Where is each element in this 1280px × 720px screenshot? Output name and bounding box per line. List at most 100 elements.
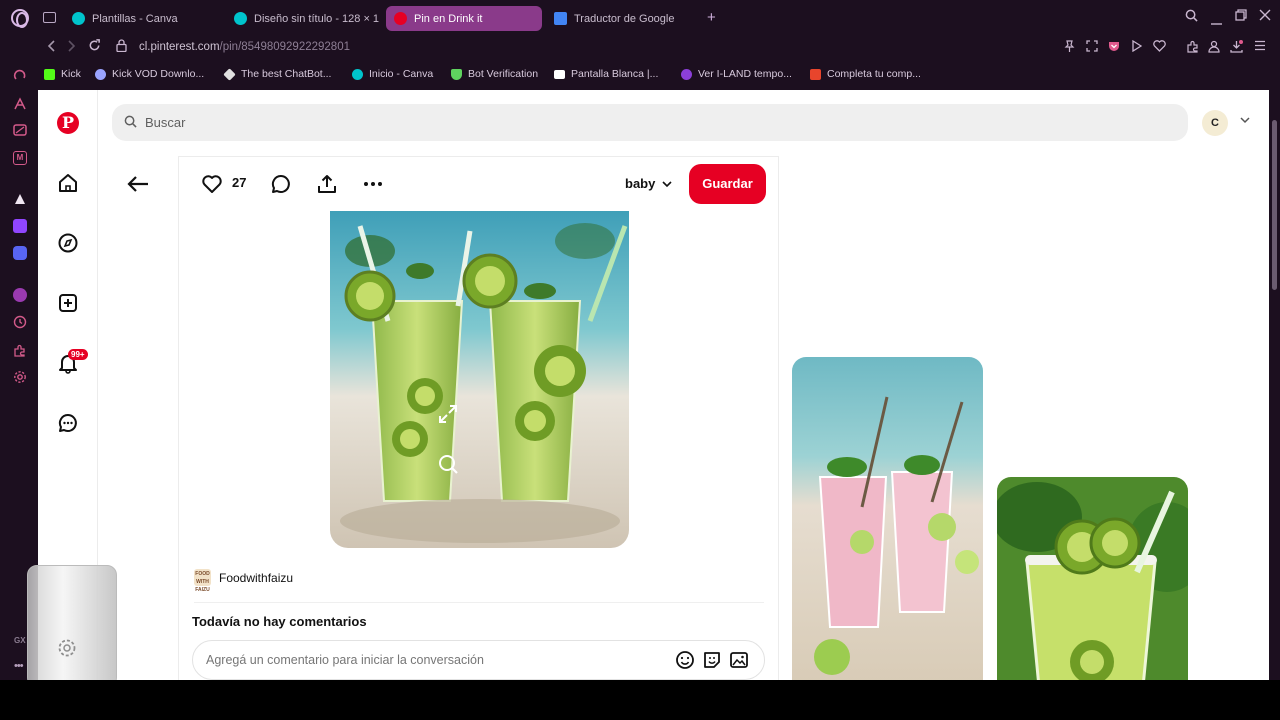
tab-diseno-canva[interactable]: Diseño sin título - 128 × 1 — [226, 6, 380, 31]
messages-icon[interactable] — [57, 412, 79, 434]
bookmark-pantalla-blanca[interactable]: Pantalla Blanca |... — [554, 68, 658, 80]
home-icon[interactable] — [57, 172, 79, 194]
extensions-icon[interactable] — [1186, 40, 1199, 56]
discord-icon[interactable] — [13, 246, 27, 260]
search-bar[interactable]: Buscar — [112, 104, 1188, 141]
white-screen-icon — [554, 69, 565, 79]
new-tab-button[interactable]: + — [707, 10, 716, 25]
avatar[interactable]: C — [1202, 110, 1228, 136]
chevron-down-icon[interactable] — [1240, 115, 1250, 125]
sticker-icon[interactable] — [702, 650, 722, 670]
search-input[interactable]: Buscar — [145, 115, 185, 130]
visual-search-icon[interactable] — [437, 453, 459, 475]
download-icon[interactable] — [1230, 40, 1243, 56]
related-pin-kiwi-drink[interactable] — [997, 477, 1188, 680]
tab-label: Pin en Drink it — [414, 12, 483, 25]
tab-plantillas-canva[interactable]: Plantillas - Canva — [64, 6, 224, 31]
lock-icon[interactable] — [116, 39, 127, 55]
more-options-icon[interactable] — [362, 173, 384, 195]
tab-label: Traductor de Google — [574, 12, 675, 25]
expand-icon[interactable] — [437, 403, 459, 425]
bookmark-kick-vod[interactable]: Kick VOD Downlo... — [95, 68, 204, 80]
aria-icon[interactable] — [13, 97, 27, 111]
reload-icon[interactable] — [88, 39, 101, 55]
flow-icon[interactable] — [13, 68, 27, 82]
tab-bar: Plantillas - Canva Diseño sin título - 1… — [0, 0, 1280, 36]
bookmark-kick[interactable]: Kick — [44, 68, 81, 80]
snapshot-icon[interactable] — [1086, 40, 1098, 55]
pin-icon[interactable] — [1064, 40, 1075, 56]
explore-icon[interactable] — [57, 232, 79, 254]
share-icon[interactable] — [316, 173, 338, 195]
minimize-icon[interactable] — [1211, 13, 1222, 28]
comment-placeholder: Agregá un comentario para iniciar la con… — [206, 653, 484, 667]
pocket-icon[interactable] — [1108, 40, 1120, 55]
bookmark-label: The best ChatBot... — [241, 68, 332, 80]
back-arrow-icon[interactable] — [126, 174, 150, 194]
emoji-icon[interactable] — [675, 650, 695, 670]
pin-card: 27 baby Guardar FOOD WITH FAIZU Foodwith… — [178, 156, 779, 680]
browser-window: Plantillas - Canva Diseño sin título - 1… — [0, 0, 1280, 680]
author-name[interactable]: Foodwithfaizu — [219, 571, 293, 585]
pinterest-icon — [394, 12, 407, 25]
menu-icon[interactable] — [1254, 40, 1266, 54]
search-icon — [124, 115, 137, 128]
history-icon[interactable] — [13, 315, 27, 329]
bookmark-chatbot[interactable]: The best ChatBot... — [223, 67, 332, 81]
comment-field[interactable]: Agregá un comentario para iniciar la con… — [192, 640, 765, 680]
gx-label: GX — [14, 636, 26, 645]
forward-nav-icon[interactable] — [67, 39, 77, 56]
search-tabs-icon[interactable] — [1185, 9, 1198, 25]
gx-corner-icon[interactable] — [13, 123, 27, 137]
url-field[interactable]: cl.pinterest.com/pin/85498092922292801 — [139, 41, 350, 53]
heart-icon[interactable] — [1153, 40, 1166, 55]
settings-icon[interactable] — [13, 370, 27, 384]
shield-icon — [451, 68, 462, 80]
twitch-icon[interactable] — [13, 219, 27, 233]
divider — [194, 602, 764, 603]
bookmark-label: Completa tu comp... — [827, 68, 921, 80]
pin-image[interactable] — [330, 211, 629, 548]
pinterest-logo-icon[interactable]: P — [57, 112, 79, 134]
back-nav-icon[interactable] — [46, 39, 56, 56]
comments-heading: Todavía no hay comentarios — [192, 614, 367, 629]
save-button[interactable]: Guardar — [689, 164, 766, 204]
pin-author[interactable]: FOOD WITH FAIZU Foodwithfaizu — [194, 569, 293, 593]
tab-islands-icon[interactable] — [43, 12, 56, 23]
bookmark-label: Kick — [61, 68, 81, 80]
bookmarks-bar: Kick Kick VOD Downlo... The best ChatBot… — [0, 64, 1280, 86]
bookmark-canva[interactable]: Inicio - Canva — [352, 68, 433, 80]
close-icon[interactable] — [1259, 9, 1271, 24]
play-icon[interactable] — [1131, 39, 1143, 55]
music-player-icon[interactable] — [13, 288, 27, 302]
image-upload-icon[interactable] — [729, 650, 749, 670]
tab-pinterest[interactable]: Pin en Drink it — [386, 6, 542, 31]
board-selector[interactable]: baby — [625, 176, 655, 191]
chevron-down-icon[interactable] — [662, 179, 672, 189]
bookmark-completa[interactable]: Completa tu comp... — [810, 68, 921, 80]
extensions-sidebar-icon[interactable] — [13, 343, 27, 357]
heart-icon[interactable] — [201, 173, 223, 195]
more-icon[interactable]: ••• — [14, 660, 24, 672]
page-scrollbar[interactable] — [1269, 90, 1280, 680]
tab-google-translate[interactable]: Traductor de Google — [546, 6, 702, 31]
bookmark-bot-verification[interactable]: Bot Verification — [451, 68, 538, 80]
comment-icon[interactable] — [270, 173, 292, 195]
related-pin-pink-drinks[interactable] — [792, 357, 983, 680]
gear-icon[interactable] — [57, 638, 77, 658]
scrollbar-thumb[interactable] — [1272, 120, 1277, 290]
kick-vod-icon — [95, 68, 106, 80]
create-icon[interactable] — [57, 292, 79, 314]
chatbot-icon — [223, 67, 236, 81]
url-path: /pin/85498092922292801 — [219, 41, 350, 53]
tab-label: Diseño sin título - 128 × 1 — [254, 12, 380, 25]
author-avatar: FOOD WITH FAIZU — [194, 569, 211, 593]
restore-icon[interactable] — [1235, 9, 1247, 24]
profile-icon[interactable] — [1208, 40, 1220, 56]
opera-logo-icon[interactable] — [11, 9, 29, 28]
aria-ai-icon[interactable] — [13, 192, 27, 206]
mail-icon[interactable]: M — [13, 151, 27, 165]
canva-icon — [72, 12, 85, 25]
bookmark-i-land[interactable]: Ver I-LAND tempo... — [681, 68, 792, 80]
tab-label: Plantillas - Canva — [92, 12, 178, 25]
